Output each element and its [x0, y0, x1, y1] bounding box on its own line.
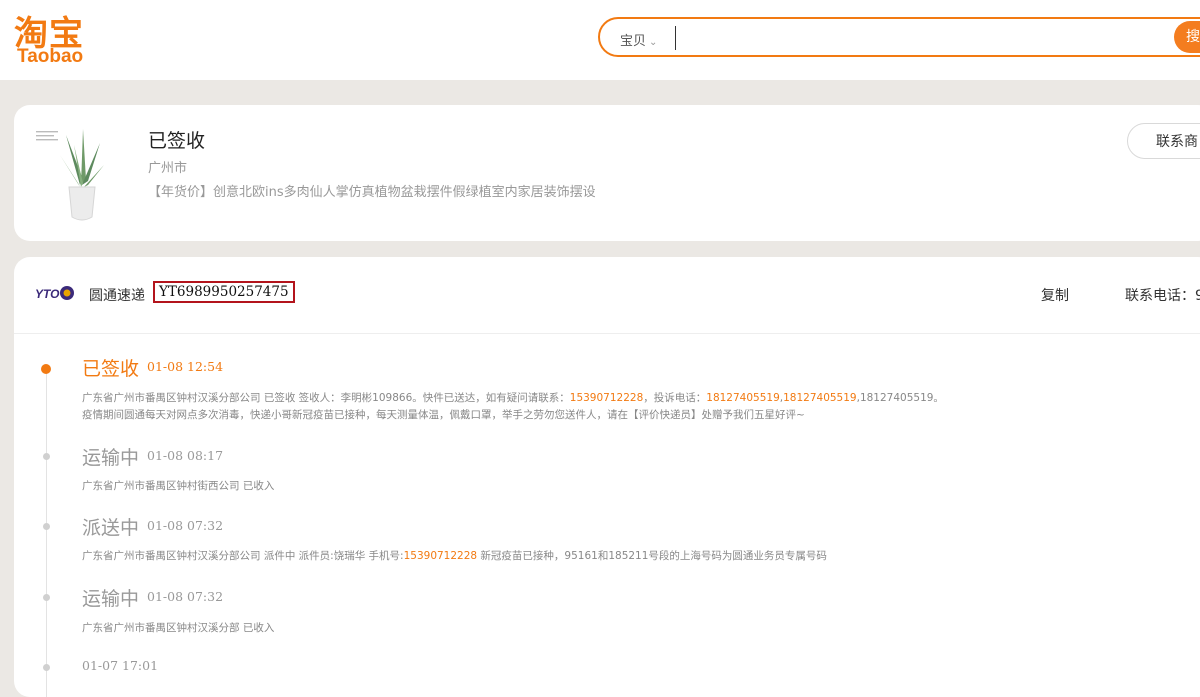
detail-text: ，投诉电话： [643, 392, 707, 404]
search-button[interactable]: 搜 [1174, 21, 1200, 53]
contact-seller-button[interactable]: 联系商 [1127, 123, 1200, 159]
phone-link[interactable]: 18127405519 [706, 392, 780, 404]
timeline-event-time: 01-08 12:54 [147, 359, 224, 374]
timeline-dot [43, 664, 50, 671]
timeline-line [46, 367, 47, 697]
phone-link[interactable]: 15390712228 [570, 392, 644, 404]
delivery-city: 广州市 [148, 161, 188, 176]
search-category-select[interactable]: 宝贝 ⌄ [620, 30, 657, 49]
timeline-event-time: 01-08 08:17 [147, 448, 224, 463]
plant-product-image[interactable] [36, 125, 108, 229]
search-bar: 宝贝 ⌄ 搜 [598, 17, 1200, 57]
timeline-event-time: 01-08 07:32 [147, 518, 224, 533]
timeline-dot-active [41, 364, 51, 374]
phone-link[interactable]: 18127405519 [783, 392, 857, 404]
timeline-event-time: 01-07 17:01 [82, 658, 159, 673]
timeline-event-detail: 广东省广州市番禺区钟村街西公司 已收入 [82, 480, 275, 492]
timeline-dot [43, 453, 50, 460]
timeline-event-detail: 疫情期间圆通每天对网点多次消毒，快递小哥新冠疫苗已接种，每天测量体温，佩戴口罩，… [82, 409, 805, 421]
order-summary-card: 已签收 广州市 【年货价】创意北欧ins多肉仙人掌仿真植物盆栽摆件假绿植室内家居… [14, 105, 1200, 241]
timeline-event-detail: 广东省广州市番禺区钟村汉溪分部 已收入 [82, 622, 275, 634]
divider [14, 333, 1200, 334]
detail-text: ,18127405519。 [856, 392, 944, 404]
courier-phone-label: 联系电话：9 [1125, 288, 1200, 304]
timeline-event-detail: 广东省广州市番禺区钟村汉溪分部公司 已签收 签收人：李明彬109866。快件已送… [82, 390, 944, 405]
detail-text: 广东省广州市番禺区钟村汉溪分部公司 派件中 派件员:饶瑞华 手机号: [82, 550, 404, 562]
timeline-event-status: 运输中 [82, 588, 140, 610]
timeline-event-status: 运输中 [82, 447, 140, 469]
product-title[interactable]: 【年货价】创意北欧ins多肉仙人掌仿真植物盆栽摆件假绿植室内家居装饰摆设 [148, 181, 596, 200]
taobao-logo-text[interactable]: Taobao [17, 46, 83, 68]
yto-logo: YTO [35, 286, 74, 301]
logistics-card: YTO 圆通速递 YT6989950257475 复制 联系电话：9 已签收 0… [14, 257, 1200, 697]
detail-text: 新冠疫苗已接种，95161和185211号段的上海号码为圆通业务员专属号码 [477, 550, 827, 562]
top-bar: 淘宝 Taobao 宝贝 ⌄ 搜 [0, 0, 1200, 80]
search-category-label: 宝贝 [620, 34, 647, 49]
search-input[interactable] [675, 26, 1164, 50]
tracking-number[interactable]: YT6989950257475 [153, 281, 295, 303]
timeline-event-status: 派送中 [82, 517, 140, 539]
detail-text: 广东省广州市番禺区钟村汉溪分部公司 已签收 签收人：李明彬109866。快件已送… [82, 392, 570, 404]
yto-logo-text: YTO [35, 287, 60, 301]
timeline-event-status: 已签收 [82, 358, 140, 380]
courier-name: 圆通速递 [89, 288, 145, 304]
phone-link[interactable]: 15390712228 [404, 550, 478, 562]
chevron-down-icon: ⌄ [649, 37, 658, 48]
copy-tracking-button[interactable]: 复制 [1041, 285, 1069, 305]
timeline-event-time: 01-08 07:32 [147, 589, 224, 604]
order-status-title: 已签收 [148, 130, 206, 152]
timeline-dot [43, 594, 50, 601]
timeline-event-detail: 广东省广州市番禺区钟村汉溪分部公司 派件中 派件员:饶瑞华 手机号:153907… [82, 548, 827, 563]
timeline-dot [43, 523, 50, 530]
